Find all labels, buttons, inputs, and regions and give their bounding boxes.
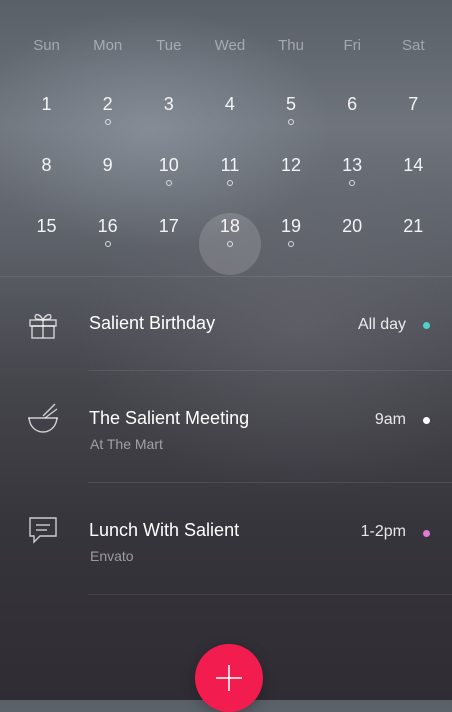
- event-indicator-dot: [104, 119, 111, 125]
- event-indicator-dot: [288, 119, 295, 125]
- event-row[interactable]: Salient Birthday All day: [0, 280, 452, 370]
- calendar: Sun Mon Tue Wed Thu Fri Sat 1 2 3 4 5 6 7 8 9 10 1…: [16, 30, 444, 275]
- day-number: 14: [403, 155, 424, 175]
- calendar-day[interactable]: 3: [138, 92, 199, 153]
- gift-icon: [26, 308, 60, 342]
- weekday-label: Thu: [278, 37, 304, 54]
- chat-bubble-icon: [26, 514, 60, 548]
- day-number: 21: [403, 216, 424, 236]
- weekday-label: Sun: [33, 37, 60, 54]
- divider: [88, 370, 452, 371]
- calendar-week: 15 16 17 18 19 20 21: [16, 214, 444, 275]
- day-number: 12: [281, 155, 302, 175]
- divider: [0, 276, 452, 277]
- event-title: Lunch With Salient: [89, 520, 240, 540]
- day-number: 20: [342, 216, 363, 236]
- calendar-day[interactable]: 4: [199, 92, 260, 153]
- day-number: 3: [163, 94, 174, 114]
- event-indicator-dot: [226, 180, 233, 186]
- weekday-label: Sat: [402, 37, 425, 54]
- calendar-week: 8 9 10 11 12 13 14: [16, 153, 444, 214]
- event-title: Salient Birthday: [89, 313, 216, 333]
- calendar-day[interactable]: 16: [77, 214, 138, 275]
- calendar-day[interactable]: 7: [383, 92, 444, 153]
- day-number: 6: [347, 94, 358, 114]
- weekday-label: Fri: [343, 37, 361, 54]
- event-subtitle: At The Mart: [90, 436, 163, 452]
- event-indicator-dot: [226, 241, 233, 247]
- day-number: 2: [102, 94, 113, 114]
- day-number: 8: [41, 155, 52, 175]
- event-indicator-dot: [165, 180, 172, 186]
- event-time: 9am: [374, 411, 406, 428]
- plus-icon: [216, 665, 242, 691]
- event-time: All day: [357, 316, 406, 333]
- day-number: 18: [219, 216, 240, 236]
- day-number: 9: [102, 155, 113, 175]
- event-indicator-dot: [288, 241, 295, 247]
- calendar-day[interactable]: 9: [77, 153, 138, 214]
- day-number: 11: [220, 155, 240, 175]
- day-number: 15: [36, 216, 57, 236]
- calendar-day-selected[interactable]: 18: [199, 214, 260, 275]
- calendar-day[interactable]: 15: [16, 214, 77, 275]
- day-number: 16: [97, 216, 118, 236]
- calendar-day[interactable]: 20: [322, 214, 383, 275]
- day-number: 4: [224, 94, 235, 114]
- calendar-day[interactable]: 8: [16, 153, 77, 214]
- day-number: 10: [158, 155, 179, 175]
- day-number: 7: [408, 94, 419, 114]
- event-time: 1-2pm: [360, 523, 406, 540]
- divider: [88, 594, 452, 595]
- day-number: 5: [286, 94, 297, 114]
- calendar-day[interactable]: 17: [138, 214, 199, 275]
- calendar-day[interactable]: 1: [16, 92, 77, 153]
- calendar-day[interactable]: 21: [383, 214, 444, 275]
- calendar-week: 1 2 3 4 5 6 7: [16, 92, 444, 153]
- calendar-day[interactable]: 13: [322, 153, 383, 214]
- calendar-day[interactable]: 11: [199, 153, 260, 214]
- event-indicator-dot: [104, 241, 111, 247]
- event-subtitle: Envato: [90, 548, 134, 564]
- calendar-day[interactable]: 19: [261, 214, 322, 275]
- calendar-day[interactable]: 6: [322, 92, 383, 153]
- calendar-day[interactable]: 14: [383, 153, 444, 214]
- calendar-day[interactable]: 10: [138, 153, 199, 214]
- event-indicator-dot: [349, 180, 356, 186]
- weekday-label: Mon: [93, 37, 123, 54]
- calendar-day[interactable]: 5: [261, 92, 322, 153]
- event-title: The Salient Meeting: [89, 408, 250, 428]
- weekday-label: Tue: [156, 37, 182, 54]
- calendar-grid: 1 2 3 4 5 6 7 8 9 10 11 12 13 14 15 16 17 18 19 20 21: [16, 92, 444, 275]
- weekday-header: Sun Mon Tue Wed Thu Fri Sat: [16, 30, 444, 62]
- calendar-day[interactable]: 2: [77, 92, 138, 153]
- day-number: 1: [41, 94, 52, 114]
- event-color-dot: [423, 322, 430, 329]
- day-number: 13: [342, 155, 363, 175]
- add-event-button[interactable]: [195, 644, 263, 712]
- divider: [88, 482, 452, 483]
- day-number: 17: [158, 216, 179, 236]
- calendar-day[interactable]: 12: [261, 153, 322, 214]
- weekday-label: Wed: [214, 37, 246, 54]
- event-color-dot: [423, 530, 430, 537]
- event-row[interactable]: Lunch With Salient Envato 1-2pm: [0, 484, 452, 574]
- day-number: 19: [281, 216, 302, 236]
- event-row[interactable]: The Salient Meeting At The Mart 9am: [0, 372, 452, 462]
- event-color-dot: [423, 417, 430, 424]
- bowl-chopsticks-icon: [26, 402, 60, 436]
